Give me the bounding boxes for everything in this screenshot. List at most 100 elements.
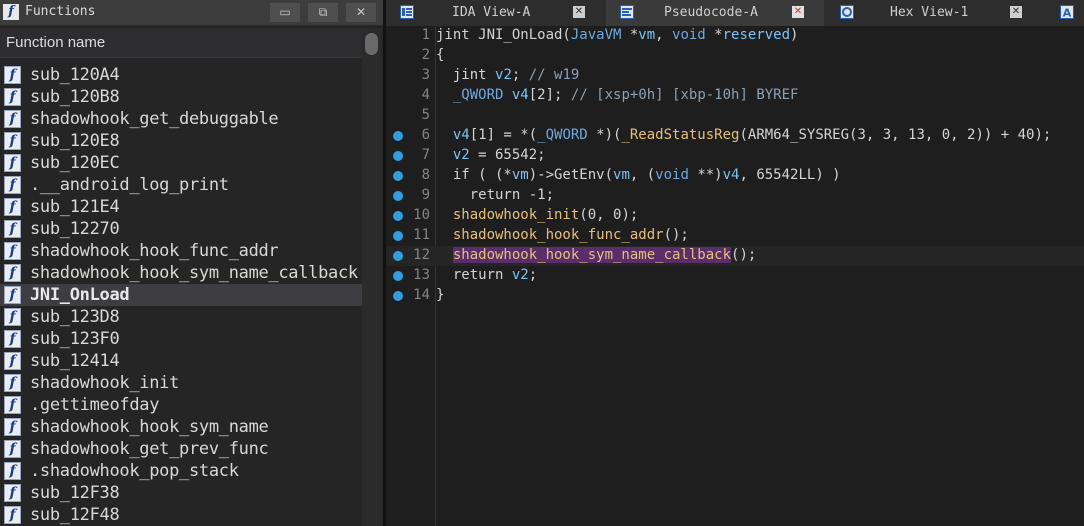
- function-list-item[interactable]: f sub_120E8: [0, 130, 362, 152]
- function-name: sub_12F38: [30, 483, 120, 503]
- function-name: sub_12270: [30, 219, 120, 239]
- function-list-item[interactable]: f sub_12F48: [0, 504, 362, 526]
- functions-title: Functions: [25, 4, 96, 19]
- function-list-item[interactable]: f sub_120EC: [0, 152, 362, 174]
- function-list-item[interactable]: f sub_12414: [0, 350, 362, 372]
- function-icon: f: [4, 176, 21, 194]
- line-number: 14: [413, 287, 430, 303]
- code-text[interactable]: jint JNI_OnLoad(JavaVM *vm, void *reserv…: [436, 27, 798, 43]
- code-line[interactable]: 4 _QWORD v4[2]; // [xsp+0h] [xbp-10h] BY…: [386, 86, 1084, 106]
- functions-scrollbar[interactable]: [362, 28, 382, 526]
- function-list-item[interactable]: f sub_120B8: [0, 86, 362, 108]
- code-text[interactable]: }: [436, 287, 444, 303]
- function-list-item[interactable]: f shadowhook_init: [0, 372, 362, 394]
- line-number: 3: [421, 67, 430, 83]
- code-text[interactable]: shadowhook_init(0, 0);: [436, 207, 638, 223]
- line-number: 9: [421, 187, 430, 203]
- line-number: 1: [421, 27, 430, 43]
- function-icon: f: [4, 308, 21, 326]
- breakpoint-dot-icon[interactable]: [393, 211, 403, 221]
- line-number: 7: [421, 147, 430, 163]
- code-text[interactable]: shadowhook_hook_sym_name_callback();: [436, 247, 756, 263]
- code-line[interactable]: 6 v4[1] = *(_QWORD *)(_ReadStatusReg(ARM…: [386, 126, 1084, 146]
- function-list-item[interactable]: f shadowhook_hook_sym_name: [0, 416, 362, 438]
- code-text[interactable]: if ( (*vm)->GetEnv(vm, (void **)v4, 6554…: [436, 167, 841, 183]
- function-list-item[interactable]: f sub_123D8: [0, 306, 362, 328]
- close-icon[interactable]: ✕: [792, 6, 804, 18]
- tab-ida-view[interactable]: IDA View-A ✕: [386, 0, 604, 26]
- code-line[interactable]: 12 shadowhook_hook_sym_name_callback();: [386, 246, 1084, 266]
- code-text[interactable]: return v2;: [436, 267, 537, 283]
- code-text[interactable]: {: [436, 47, 444, 63]
- code-text[interactable]: _QWORD v4[2]; // [xsp+0h] [xbp-10h] BYRE…: [436, 87, 799, 103]
- function-name: sub_123D8: [30, 307, 120, 327]
- function-icon: f: [4, 374, 21, 392]
- code-line[interactable]: 5: [386, 106, 1084, 126]
- code-line[interactable]: 9 return -1;: [386, 186, 1084, 206]
- function-list-item[interactable]: f shadowhook_get_prev_func: [0, 438, 362, 460]
- code-text[interactable]: jint v2; // w19: [436, 67, 579, 83]
- breakpoint-dot-icon[interactable]: [393, 191, 403, 201]
- function-name: sub_120EC: [30, 153, 120, 173]
- code-line[interactable]: 11 shadowhook_hook_func_addr();: [386, 226, 1084, 246]
- code-line[interactable]: 8 if ( (*vm)->GetEnv(vm, (void **)v4, 65…: [386, 166, 1084, 186]
- function-list-item[interactable]: f JNI_OnLoad: [0, 284, 362, 306]
- breakpoint-dot-icon[interactable]: [393, 151, 403, 161]
- function-list-item[interactable]: f shadowhook_get_debuggable: [0, 108, 362, 130]
- breakpoint-dot-icon[interactable]: [393, 131, 403, 141]
- code-line[interactable]: 10 shadowhook_init(0, 0);: [386, 206, 1084, 226]
- scroll-thumb[interactable]: [365, 33, 378, 55]
- function-icon: f: [4, 506, 21, 524]
- float-button[interactable]: ⧉: [308, 3, 338, 22]
- function-icon: f: [4, 352, 21, 370]
- function-icon: f: [4, 484, 21, 502]
- function-list-item[interactable]: f shadowhook_hook_sym_name_callback: [0, 262, 362, 284]
- pseudocode-view[interactable]: 1 jint JNI_OnLoad(JavaVM *vm, void *reser…: [386, 26, 1084, 526]
- function-list-item[interactable]: f sub_12F38: [0, 482, 362, 504]
- function-name: .gettimeofday: [30, 395, 160, 415]
- close-icon[interactable]: ✕: [1010, 6, 1022, 18]
- function-list-item[interactable]: f .__android_log_print: [0, 174, 362, 196]
- breakpoint-dot-icon[interactable]: [393, 251, 403, 261]
- code-line[interactable]: 2{: [386, 46, 1084, 66]
- function-list-item[interactable]: f .gettimeofday: [0, 394, 362, 416]
- function-name: shadowhook_hook_sym_name: [30, 417, 269, 437]
- function-name: .__android_log_print: [30, 175, 229, 195]
- code-text[interactable]: v4[1] = *(_QWORD *)(_ReadStatusReg(ARM64…: [436, 127, 1051, 143]
- code-line[interactable]: 1 jint JNI_OnLoad(JavaVM *vm, void *reser…: [386, 26, 1084, 46]
- functions-panel: f Functions ▭ ⧉ ✕ Function name f sub_120…: [0, 0, 383, 526]
- function-list-item[interactable]: f sub_12270: [0, 218, 362, 240]
- code-line[interactable]: 3 jint v2; // w19: [386, 66, 1084, 86]
- breakpoint-dot-icon[interactable]: [393, 271, 403, 281]
- code-line[interactable]: 14}: [386, 286, 1084, 306]
- function-name: sub_121E4: [30, 197, 120, 217]
- tab-hex-view[interactable]: Hex View-1 ✕: [826, 0, 1032, 26]
- function-list-item[interactable]: f sub_120A4: [0, 64, 362, 86]
- tab-structures[interactable]: A: [1034, 0, 1084, 26]
- restore-button[interactable]: ▭: [270, 3, 300, 22]
- function-list-item[interactable]: f sub_121E4: [0, 196, 362, 218]
- close-panel-button[interactable]: ✕: [346, 3, 376, 22]
- function-icon: f: [4, 110, 21, 128]
- code-text[interactable]: v2 = 65542;: [436, 147, 546, 163]
- function-icon: f: [4, 418, 21, 436]
- column-header-function-name[interactable]: Function name: [0, 28, 362, 58]
- function-list-item[interactable]: f shadowhook_hook_func_addr: [0, 240, 362, 262]
- code-text[interactable]: return -1;: [436, 187, 554, 203]
- function-name: sub_120E8: [30, 131, 120, 151]
- function-name: sub_120A4: [30, 65, 120, 85]
- code-line[interactable]: 13 return v2;: [386, 266, 1084, 286]
- breakpoint-dot-icon[interactable]: [393, 171, 403, 181]
- code-line[interactable]: 7 v2 = 65542;: [386, 146, 1084, 166]
- function-icon: f: [4, 264, 21, 282]
- function-name: sub_120B8: [30, 87, 120, 107]
- functions-titlebar[interactable]: f Functions ▭ ⧉ ✕: [0, 0, 383, 26]
- breakpoint-dot-icon[interactable]: [393, 291, 403, 301]
- code-text[interactable]: shadowhook_hook_func_addr();: [436, 227, 689, 243]
- tab-pseudocode[interactable]: Pseudocode-A ✕: [606, 0, 824, 26]
- function-list-item[interactable]: f .shadowhook_pop_stack: [0, 460, 362, 482]
- breakpoint-dot-icon[interactable]: [393, 231, 403, 241]
- close-icon[interactable]: ✕: [573, 6, 585, 18]
- function-icon: f: [4, 198, 21, 216]
- function-list-item[interactable]: f sub_123F0: [0, 328, 362, 350]
